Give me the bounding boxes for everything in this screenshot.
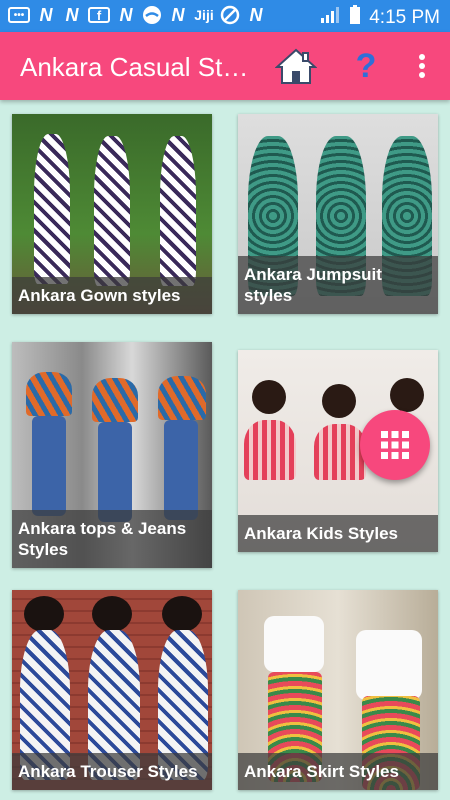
category-label: Ankara Gown styles xyxy=(12,277,212,314)
battery-icon xyxy=(349,5,361,30)
question-mark-icon: ? xyxy=(355,46,377,85)
download-icon xyxy=(142,5,162,25)
facebook-icon: f xyxy=(88,7,110,23)
home-button[interactable] xyxy=(272,42,320,90)
more-vert-icon xyxy=(419,54,425,78)
n-icon: N xyxy=(249,4,263,25)
help-button[interactable]: ? xyxy=(342,42,390,90)
grid-view-fab[interactable] xyxy=(360,410,430,480)
apps-grid-icon xyxy=(381,431,409,459)
app-title: Ankara Casual Styles xyxy=(20,52,252,82)
notification-icons: ••• N N f N N Jiji N xyxy=(8,5,266,25)
category-label: Ankara Trouser Styles xyxy=(12,753,212,790)
app-bar: Ankara Casual Styles ? xyxy=(0,32,450,100)
n-icon: N xyxy=(171,4,185,25)
chat-icon: ••• xyxy=(8,7,30,23)
category-card-trouser[interactable]: Ankara Trouser Styles xyxy=(12,590,212,790)
status-bar: ••• N N f N N Jiji N 4:15 PM xyxy=(0,0,450,32)
signal-icon xyxy=(319,6,341,29)
no-entry-icon xyxy=(220,5,240,25)
n-icon: N xyxy=(65,4,79,25)
clock: 4:15 PM xyxy=(369,6,440,28)
category-label: Ankara tops & Jeans Styles xyxy=(12,510,212,568)
category-card-jumpsuit[interactable]: Ankara Jumpsuit styles xyxy=(238,114,438,314)
home-icon xyxy=(275,48,317,84)
jiji-icon: Jiji xyxy=(194,7,214,23)
category-card-skirt[interactable]: Ankara Skirt Styles xyxy=(238,590,438,790)
category-label: Ankara Skirt Styles xyxy=(238,753,438,790)
category-card-tops-jeans[interactable]: Ankara tops & Jeans Styles xyxy=(12,342,212,568)
category-label: Ankara Jumpsuit styles xyxy=(238,256,438,314)
n-icon: N xyxy=(39,4,53,25)
more-options-button[interactable] xyxy=(398,42,446,90)
n-icon: N xyxy=(119,4,133,25)
category-label: Ankara Kids Styles xyxy=(238,515,438,552)
category-card-gown[interactable]: Ankara Gown styles xyxy=(12,114,212,314)
